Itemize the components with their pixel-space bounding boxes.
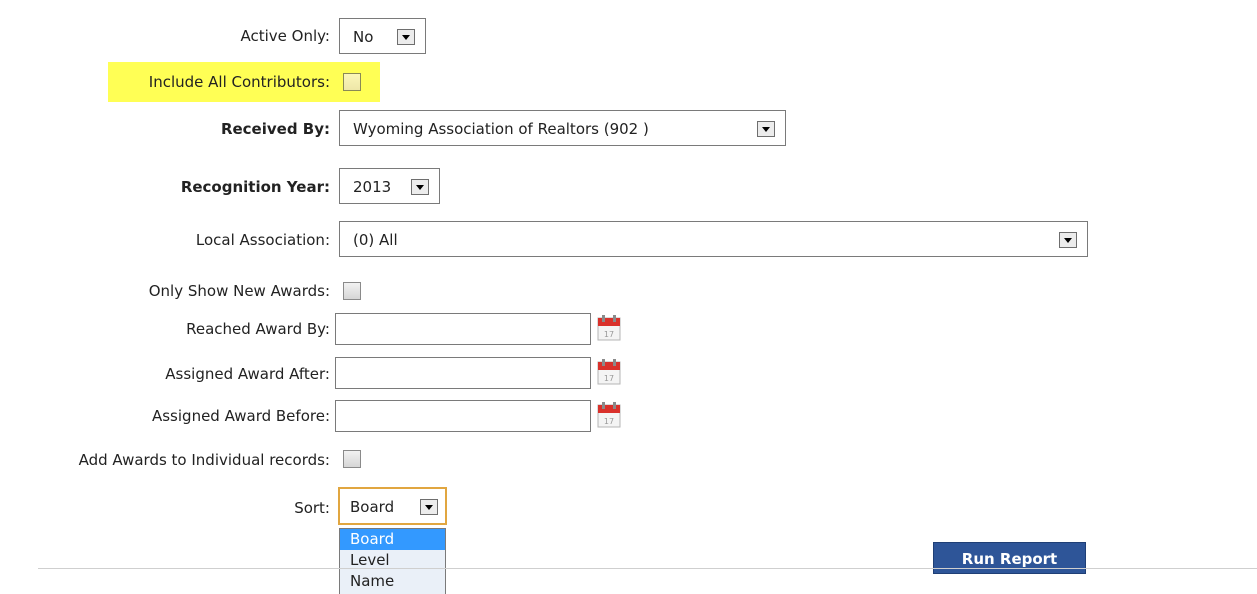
sort-value: Board bbox=[350, 498, 395, 516]
calendar-day-label: 17 bbox=[604, 330, 614, 339]
active-only-value: No bbox=[353, 28, 374, 46]
chevron-down-icon[interactable] bbox=[397, 29, 415, 45]
assigned-award-after-input[interactable] bbox=[335, 357, 591, 389]
received-by-select[interactable]: Wyoming Association of Realtors (902 ) bbox=[339, 110, 786, 146]
recognition-year-value: 2013 bbox=[353, 178, 392, 196]
add-awards-individual-checkbox[interactable] bbox=[343, 450, 361, 468]
sort-option-board[interactable]: Board bbox=[340, 529, 445, 550]
assigned-award-after-label: Assigned Award After: bbox=[165, 365, 330, 383]
sort-option-name[interactable]: Name bbox=[340, 571, 445, 592]
recognition-year-label: Recognition Year: bbox=[180, 178, 330, 196]
sort-options-list: Board Level Name bbox=[339, 528, 446, 594]
reached-award-by-input[interactable] bbox=[335, 313, 591, 345]
sort-select[interactable]: Board bbox=[338, 487, 447, 525]
run-report-button[interactable]: Run Report bbox=[933, 542, 1086, 574]
received-by-value: Wyoming Association of Realtors (902 ) bbox=[353, 120, 649, 138]
assigned-award-before-input[interactable] bbox=[335, 400, 591, 432]
include-all-contributors-label: Include All Contributors: bbox=[148, 73, 330, 91]
sort-label: Sort: bbox=[294, 499, 330, 517]
reached-award-by-label: Reached Award By: bbox=[186, 320, 330, 338]
only-show-new-awards-label: Only Show New Awards: bbox=[148, 282, 330, 300]
chevron-down-icon[interactable] bbox=[757, 121, 775, 137]
add-awards-individual-label: Add Awards to Individual records: bbox=[78, 451, 330, 469]
local-association-value: (0) All bbox=[353, 231, 398, 249]
calendar-icon[interactable]: 17 bbox=[596, 401, 622, 429]
recognition-year-select[interactable]: 2013 bbox=[339, 168, 440, 204]
chevron-down-icon[interactable] bbox=[1059, 232, 1077, 248]
only-show-new-awards-checkbox[interactable] bbox=[343, 282, 361, 300]
calendar-icon[interactable]: 17 bbox=[596, 314, 622, 342]
chevron-down-icon[interactable] bbox=[411, 179, 429, 195]
local-association-select[interactable]: (0) All bbox=[339, 221, 1088, 257]
active-only-label: Active Only: bbox=[240, 27, 331, 45]
assigned-award-before-label: Assigned Award Before: bbox=[151, 407, 330, 425]
include-all-contributors-checkbox[interactable] bbox=[343, 73, 361, 91]
local-association-label: Local Association: bbox=[195, 231, 330, 249]
chevron-down-icon[interactable] bbox=[420, 499, 438, 515]
received-by-label: Received By: bbox=[220, 120, 330, 138]
calendar-icon[interactable]: 17 bbox=[596, 358, 622, 386]
divider bbox=[38, 568, 1257, 569]
calendar-day-label: 17 bbox=[604, 417, 614, 426]
calendar-day-label: 17 bbox=[604, 374, 614, 383]
active-only-select[interactable]: No bbox=[339, 18, 426, 54]
